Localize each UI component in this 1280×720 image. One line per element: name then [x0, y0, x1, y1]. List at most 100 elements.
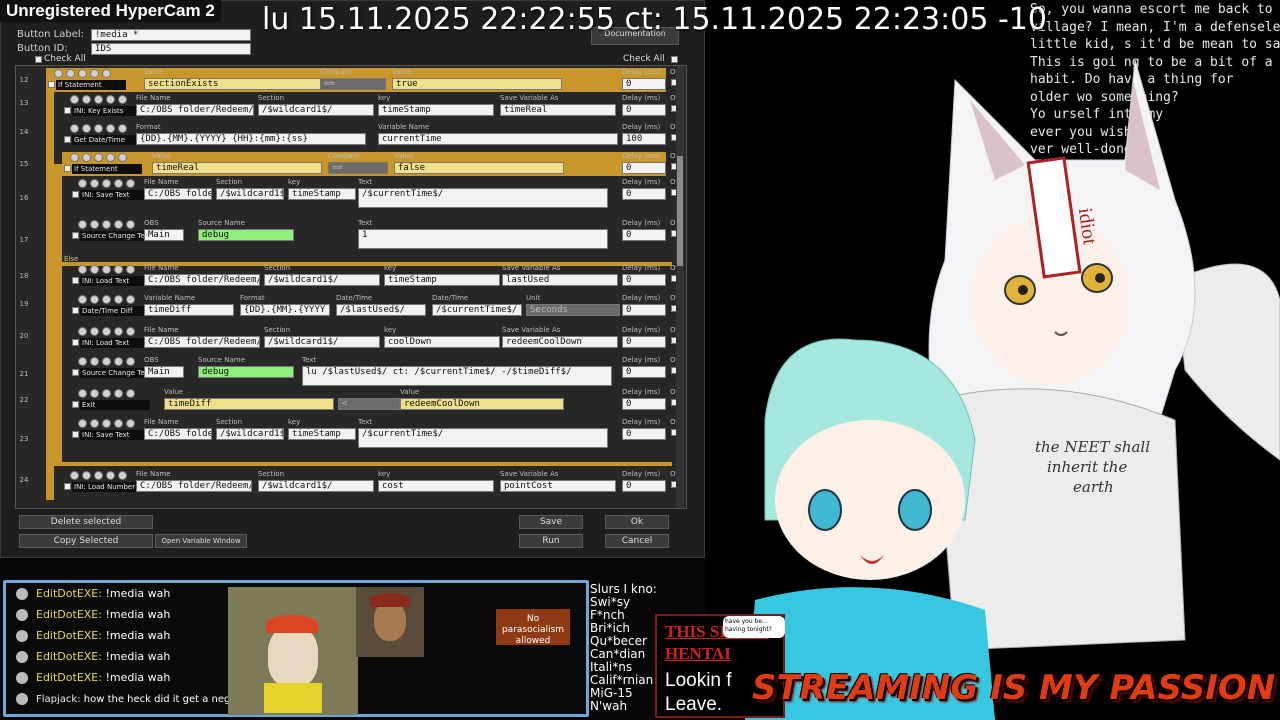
field-input[interactable]: /$currentTime$/: [358, 428, 608, 448]
row-control-icon[interactable]: [102, 69, 111, 78]
row-control-icon[interactable]: [78, 179, 87, 188]
field-input[interactable]: /$wildcard1$: [216, 188, 284, 200]
row-control-icon[interactable]: [94, 153, 103, 162]
row-control-icon[interactable]: [90, 179, 99, 188]
delay-input[interactable]: 0: [622, 274, 666, 286]
delay-input[interactable]: 0: [622, 304, 666, 316]
row-select-checkbox[interactable]: [72, 431, 79, 438]
row-control-icon[interactable]: [78, 389, 87, 398]
action-row[interactable]: 19 Date/Time Diff Variable Name timeDiff For…: [16, 294, 680, 316]
row-control-icon[interactable]: [70, 124, 79, 133]
action-type-label[interactable]: INI: Load Number: [72, 482, 142, 492]
delete-selected-button[interactable]: Delete selected: [19, 515, 153, 529]
field-input[interactable]: debug: [198, 366, 294, 378]
row-control-icon[interactable]: [126, 327, 135, 336]
field-input[interactable]: ==: [328, 162, 388, 174]
row-control-icon[interactable]: [102, 389, 111, 398]
row-select-checkbox[interactable]: [64, 165, 71, 172]
action-type-label[interactable]: Date/Time Diff: [80, 306, 150, 316]
row-control-icon[interactable]: [90, 265, 99, 274]
field-input[interactable]: timeDiff: [164, 398, 334, 410]
action-row[interactable]: 24 INI: Load Number File Name C:/OBS folder…: [16, 470, 680, 492]
field-input[interactable]: coolDown: [384, 336, 500, 348]
button-label-input[interactable]: !media *: [91, 29, 251, 41]
action-type-label[interactable]: If Statement: [72, 164, 142, 174]
field-input[interactable]: redeemCoolDown: [502, 336, 618, 348]
action-type-label[interactable]: INI: Key Exists: [72, 106, 142, 116]
row-control-icon[interactable]: [114, 419, 123, 428]
row-control-icon[interactable]: [114, 389, 123, 398]
row-select-checkbox[interactable]: [48, 81, 55, 88]
action-type-label[interactable]: Exit: [80, 400, 150, 410]
delay-input[interactable]: 0: [622, 398, 666, 410]
delay-input[interactable]: 0: [622, 229, 666, 241]
field-input[interactable]: C:/OBS folder/Redeem/R: [136, 104, 254, 116]
row-control-icon[interactable]: [106, 124, 115, 133]
row-control-icon[interactable]: [118, 95, 127, 104]
row-control-icon[interactable]: [114, 220, 123, 229]
row-control-icon[interactable]: [106, 95, 115, 104]
field-input[interactable]: Main: [144, 366, 184, 378]
field-input[interactable]: timeReal: [152, 162, 322, 174]
row-control-icon[interactable]: [78, 419, 87, 428]
row-control-icon[interactable]: [102, 295, 111, 304]
row-control-icon[interactable]: [126, 179, 135, 188]
field-input[interactable]: 1: [358, 229, 608, 249]
field-input[interactable]: /$wildcard1$/: [264, 274, 380, 286]
row-select-checkbox[interactable]: [64, 483, 71, 490]
row-select-checkbox[interactable]: [72, 191, 79, 198]
row-select-checkbox[interactable]: [72, 277, 79, 284]
row-control-icon[interactable]: [114, 327, 123, 336]
action-row[interactable]: 16 INI: Save Text File Name C:/OBS folder Se…: [16, 178, 680, 218]
field-input[interactable]: /$wildcard1$/: [264, 336, 380, 348]
field-input[interactable]: /$lastUsed$/: [336, 304, 426, 316]
field-input[interactable]: {DD}.{MM}.{YYYY: [240, 304, 330, 316]
field-input[interactable]: sectionExists: [144, 78, 322, 90]
row-control-icon[interactable]: [106, 153, 115, 162]
row-select-checkbox[interactable]: [72, 339, 79, 346]
field-input[interactable]: cost: [378, 480, 494, 492]
row-control-icon[interactable]: [90, 327, 99, 336]
field-input[interactable]: C:/OBS folder/Redeem/R: [136, 480, 252, 492]
row-control-icon[interactable]: [126, 265, 135, 274]
row-control-icon[interactable]: [78, 265, 87, 274]
action-type-label[interactable]: INI: Load Text: [80, 276, 150, 286]
action-row[interactable]: 21 Source Change Text(G OBS Main Source Name…: [16, 356, 680, 392]
row-select-checkbox[interactable]: [72, 232, 79, 239]
action-row[interactable]: 17 Source Change Text(G OBS Main Source Name…: [16, 219, 680, 261]
field-input[interactable]: /$wildcard1$/: [258, 480, 374, 492]
row-control-icon[interactable]: [78, 220, 87, 229]
row-control-icon[interactable]: [90, 389, 99, 398]
field-input[interactable]: Seconds: [526, 304, 620, 316]
action-type-label[interactable]: INI: Save Text: [80, 190, 150, 200]
delay-input[interactable]: 0: [622, 162, 666, 174]
delay-input[interactable]: 0: [622, 428, 666, 440]
action-row[interactable]: 23 INI: Save Text File Name C:/OBS folder Se…: [16, 418, 680, 460]
field-input[interactable]: C:/OBS folder/Redeem/R: [144, 336, 260, 348]
row-select-checkbox[interactable]: [64, 136, 71, 143]
row-control-icon[interactable]: [126, 220, 135, 229]
action-row[interactable]: 13 INI: Key Exists File Name C:/OBS folder/…: [16, 94, 680, 116]
field-input[interactable]: C:/OBS folder: [144, 428, 212, 440]
field-input[interactable]: timeReal: [500, 104, 616, 116]
field-input[interactable]: lastUsed: [502, 274, 618, 286]
row-control-icon[interactable]: [114, 295, 123, 304]
row-control-icon[interactable]: [90, 69, 99, 78]
row-select-checkbox[interactable]: [64, 107, 71, 114]
row-control-icon[interactable]: [102, 179, 111, 188]
check-all-right-checkbox[interactable]: [671, 56, 678, 63]
run-button[interactable]: Run: [519, 534, 583, 548]
cancel-button[interactable]: Cancel: [605, 534, 669, 548]
row-control-icon[interactable]: [102, 357, 111, 366]
field-input[interactable]: {DD}.{MM}.{YYYY} {HH}:{mm}:{ss}: [136, 133, 366, 145]
action-type-label[interactable]: If Statement: [56, 80, 126, 90]
field-input[interactable]: timeStamp: [378, 104, 494, 116]
row-control-icon[interactable]: [126, 357, 135, 366]
copy-selected-button[interactable]: Copy Selected: [19, 534, 153, 548]
scrollbar-thumb[interactable]: [677, 156, 683, 266]
action-row[interactable]: 18 INI: Load Text File Name C:/OBS folder/R…: [16, 255, 680, 288]
field-input[interactable]: /$currentTime$/: [358, 188, 608, 208]
action-row[interactable]: 14 Get Date/Time Format {DD}.{MM}.{YYYY} {H…: [16, 123, 680, 145]
field-input[interactable]: pointCost: [500, 480, 616, 492]
row-control-icon[interactable]: [78, 295, 87, 304]
